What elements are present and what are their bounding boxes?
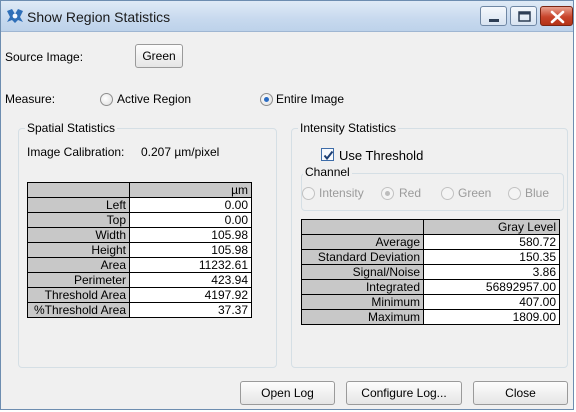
source-image-button[interactable]: Green (135, 44, 183, 68)
minimize-icon (489, 19, 499, 22)
checkmark-icon (323, 150, 334, 161)
row-value: 4197.92 (129, 287, 252, 303)
channel-blue-radio[interactable] (508, 187, 521, 200)
spatial-statistics-table: µm Left 0.00 Top 0.00 Width 105.98 Height 105.9… (27, 182, 252, 318)
channel-intensity-radio[interactable] (302, 187, 315, 200)
minimize-button[interactable] (480, 6, 507, 26)
open-log-button[interactable]: Open Log (240, 381, 335, 405)
active-region-label[interactable]: Active Region (117, 92, 191, 106)
row-value: 150.35 (423, 249, 560, 265)
row-label: Top (27, 212, 130, 228)
row-label: Perimeter (27, 272, 130, 288)
table-row: Maximum 1809.00 (301, 309, 560, 325)
entire-image-radio[interactable] (260, 93, 273, 106)
source-image-label: Source Image: (5, 50, 84, 64)
row-value: 423.94 (129, 272, 252, 288)
maximize-icon (518, 11, 531, 22)
table-row: Perimeter 423.94 (27, 272, 252, 288)
intensity-header-corner (301, 219, 424, 235)
close-icon (550, 10, 565, 24)
channel-green-label[interactable]: Green (458, 186, 491, 200)
table-row: Threshold Area 4197.92 (27, 287, 252, 303)
row-label: Maximum (301, 309, 424, 325)
row-value: 11232.61 (129, 257, 252, 273)
entire-image-label[interactable]: Entire Image (276, 92, 344, 106)
spatial-header-corner (27, 182, 130, 198)
image-calibration-label: Image Calibration: (27, 145, 125, 159)
row-value: 0.00 (129, 197, 252, 213)
row-value: 37.37 (129, 302, 252, 318)
gray-level-header: Gray Level (423, 219, 560, 235)
image-calibration-value: 0.207 µm/pixel (141, 145, 220, 159)
row-label: Area (27, 257, 130, 273)
row-label: Standard Deviation (301, 249, 424, 265)
row-value: 0.00 (129, 212, 252, 228)
spatial-unit-header: µm (129, 182, 252, 198)
row-label: Minimum (301, 294, 424, 310)
row-label: Height (27, 242, 130, 258)
table-row: Height 105.98 (27, 242, 252, 258)
row-label: Signal/Noise (301, 264, 424, 280)
table-row: Minimum 407.00 (301, 294, 560, 310)
row-label: Average (301, 234, 424, 250)
table-row: Area 11232.61 (27, 257, 252, 273)
table-row: Average 580.72 (301, 234, 560, 250)
measure-label: Measure: (5, 92, 56, 106)
row-value: 407.00 (423, 294, 560, 310)
channel-red-label[interactable]: Red (399, 186, 421, 200)
row-value: 105.98 (129, 242, 252, 258)
channel-blue-label[interactable]: Blue (525, 186, 549, 200)
region-statistics-window: Show Region Statistics Source Image: Gre… (0, 0, 574, 410)
table-row: Left 0.00 (27, 197, 252, 213)
row-label: Integrated (301, 279, 424, 295)
row-label: Threshold Area (27, 287, 130, 303)
row-label: Width (27, 227, 130, 243)
title-bar[interactable]: Show Region Statistics (1, 1, 573, 32)
row-value: 105.98 (129, 227, 252, 243)
use-threshold-label[interactable]: Use Threshold (339, 148, 423, 163)
close-button[interactable]: Close (473, 381, 568, 405)
row-value: 3.86 (423, 264, 560, 280)
configure-log-button[interactable]: Configure Log... (346, 381, 462, 405)
row-label: %Threshold Area (27, 302, 130, 318)
use-threshold-checkbox[interactable] (321, 148, 334, 161)
maximize-button[interactable] (510, 6, 537, 26)
row-label: Left (27, 197, 130, 213)
channel-intensity-label[interactable]: Intensity (319, 186, 364, 200)
intensity-statistics-table: Gray Level Average 580.72 Standard Deviati… (301, 219, 560, 325)
active-region-radio[interactable] (100, 93, 113, 106)
table-row: Integrated 56892957.00 (301, 279, 560, 295)
table-row: %Threshold Area 37.37 (27, 302, 252, 318)
window-title: Show Region Statistics (27, 9, 171, 25)
channel-title: Channel (303, 165, 352, 179)
intensity-statistics-title: Intensity Statistics (298, 121, 399, 135)
channel-red-radio[interactable] (381, 187, 394, 200)
channel-green-radio[interactable] (441, 187, 454, 200)
table-row: Width 105.98 (27, 227, 252, 243)
table-row: Top 0.00 (27, 212, 252, 228)
row-value: 580.72 (423, 234, 560, 250)
spatial-statistics-title: Spatial Statistics (25, 121, 118, 135)
app-icon (7, 9, 23, 23)
table-row: Standard Deviation 150.35 (301, 249, 560, 265)
row-value: 56892957.00 (423, 279, 560, 295)
table-row: Signal/Noise 3.86 (301, 264, 560, 280)
close-window-button[interactable] (540, 6, 573, 26)
row-value: 1809.00 (423, 309, 560, 325)
